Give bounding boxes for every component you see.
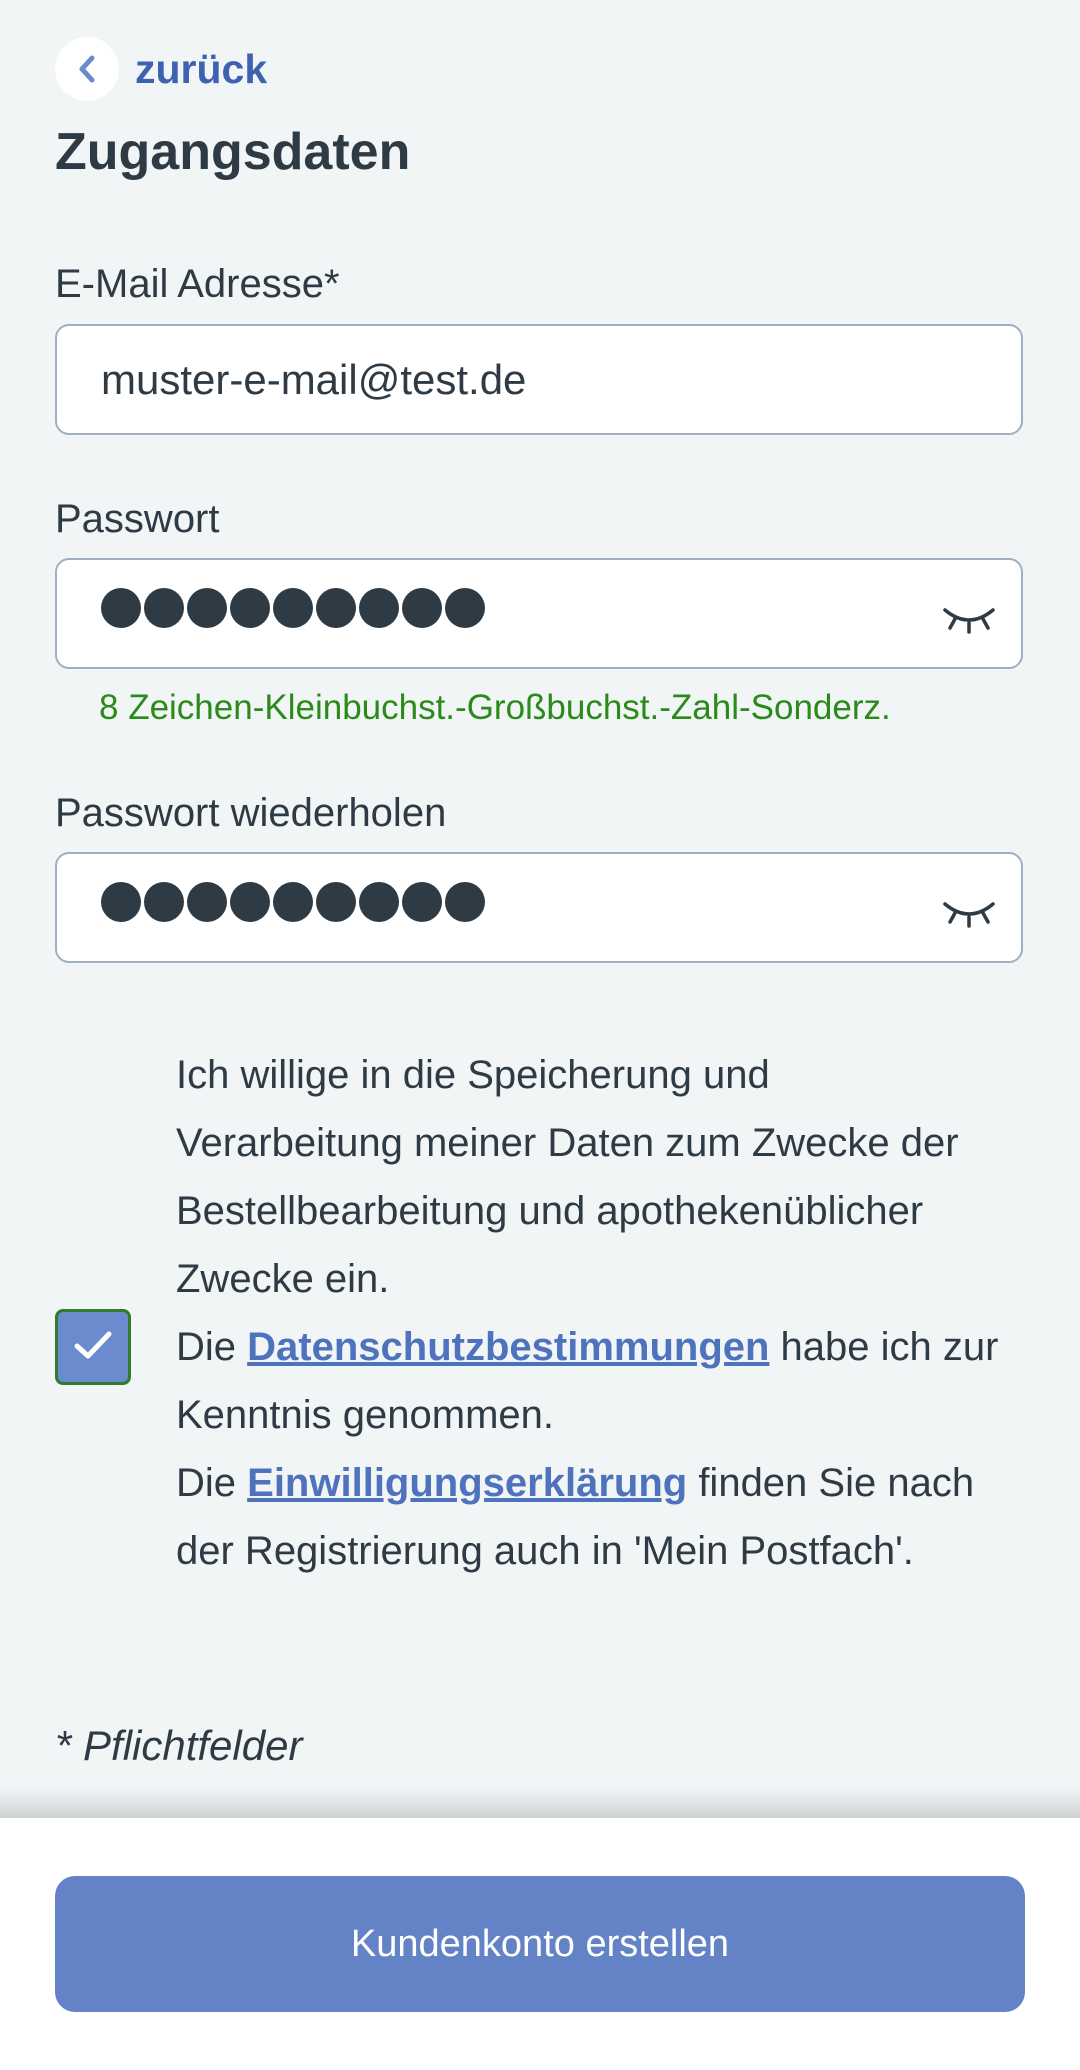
email-field[interactable] xyxy=(101,326,921,433)
consent-paragraph-3: Die Einwilligungserklärung finden Sie na… xyxy=(176,1449,1006,1585)
consent-declaration-link[interactable]: Einwilligungserklärung xyxy=(247,1461,687,1505)
password-mask-dot xyxy=(273,588,313,628)
back-label: zurück xyxy=(135,45,268,92)
password-mask-dot xyxy=(230,588,270,628)
password-field[interactable] xyxy=(55,558,1023,669)
password-mask xyxy=(101,588,485,628)
password-mask-dot xyxy=(187,588,227,628)
consent-text: Ich willige in die Speicherung und Verar… xyxy=(176,1041,1006,1585)
eye-closed-icon[interactable] xyxy=(941,894,997,930)
eye-closed-icon[interactable] xyxy=(941,600,997,636)
required-fields-note: * Pflichtfelder xyxy=(55,1722,303,1769)
page-title: Zugangsdaten xyxy=(55,123,411,181)
consent-paragraph-1: Ich willige in die Speicherung und Verar… xyxy=(176,1053,959,1301)
consent-paragraph-2: Die Datenschutzbestimmungen habe ich zur… xyxy=(176,1313,1006,1449)
password-mask-dot xyxy=(359,588,399,628)
password-repeat-field[interactable] xyxy=(55,852,1023,963)
privacy-policy-link[interactable]: Datenschutzbestimmungen xyxy=(247,1325,769,1369)
password-repeat-mask xyxy=(101,882,485,922)
create-account-button[interactable]: Kundenkonto erstellen xyxy=(55,1876,1025,2012)
password-mask-dot xyxy=(144,588,184,628)
password-mask-dot xyxy=(144,882,184,922)
password-mask-dot xyxy=(101,588,141,628)
password-mask-dot xyxy=(230,882,270,922)
back-button[interactable]: zurück xyxy=(55,37,268,101)
password-mask-dot xyxy=(359,882,399,922)
email-label: E-Mail Adresse* xyxy=(55,262,340,306)
password-hint: 8 Zeichen-Kleinbuchst.-Großbuchst.-Zahl-… xyxy=(99,688,891,727)
password-mask-dot xyxy=(187,882,227,922)
password-mask-dot xyxy=(445,588,485,628)
password-mask-dot xyxy=(101,882,141,922)
footer-shadow xyxy=(0,1788,1080,1818)
consent-text-prefix: Die xyxy=(176,1461,248,1505)
password-mask-dot xyxy=(316,588,356,628)
password-label: Passwort xyxy=(55,497,220,541)
password-mask-dot xyxy=(273,882,313,922)
password-mask-dot xyxy=(402,588,442,628)
consent-text-prefix: Die xyxy=(176,1325,248,1369)
password-repeat-label: Passwort wiederholen xyxy=(55,791,447,835)
password-mask-dot xyxy=(445,882,485,922)
password-mask-dot xyxy=(316,882,356,922)
checkmark-icon xyxy=(73,1329,113,1366)
password-mask-dot xyxy=(402,882,442,922)
chevron-left-icon xyxy=(55,37,119,101)
email-field-container xyxy=(55,324,1023,435)
consent-checkbox[interactable] xyxy=(55,1309,131,1385)
